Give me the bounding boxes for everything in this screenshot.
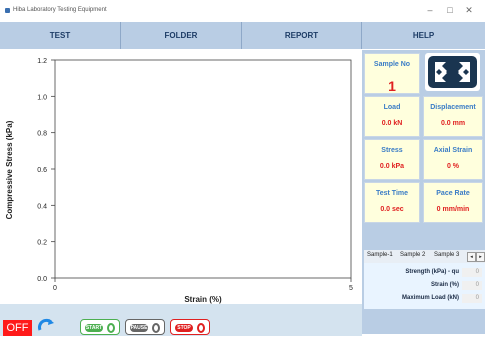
- title-bar: Hiba Laboratory Testing Equipment – □ ✕: [0, 0, 485, 22]
- tab-scroll-right-icon[interactable]: ▸: [476, 252, 485, 262]
- y-tick-label: 1.2: [37, 58, 47, 65]
- stop-toggle-icon: [197, 323, 205, 333]
- refresh-button[interactable]: [37, 318, 55, 336]
- stress-strain-chart: 0.0 0.2 0.4 0.6 0.8 1.0 1.2 0 5 Compressive Str…: [0, 50, 362, 304]
- menu-report[interactable]: REPORT: [242, 22, 362, 49]
- close-button[interactable]: ✕: [462, 4, 476, 16]
- stress-label: Stress: [381, 147, 403, 154]
- stress-cell: Stress 0.0 kPa: [364, 139, 420, 180]
- control-bar: OFF START PAUSE STOP: [0, 304, 362, 336]
- y-tick-label: 0.2: [37, 240, 47, 247]
- chart-svg: 0.0 0.2 0.4 0.6 0.8 1.0 1.2 0 5 Compressive Str…: [5, 58, 353, 304]
- readout-panel: Sample No 1 Load 0.0 kN Displacement 0.0…: [362, 50, 485, 334]
- x-axis-label: Strain (%): [184, 295, 222, 304]
- pause-label: PAUSE: [130, 324, 148, 332]
- strength-label: Strength (kPa) - qu: [405, 269, 459, 275]
- displacement-value: 0.0 mm: [440, 120, 466, 127]
- menu-help[interactable]: HELP: [362, 22, 485, 49]
- x-tick-label: 5: [349, 285, 353, 292]
- displacement-label: Displacement: [430, 104, 476, 111]
- axial-strain-cell: Axial Strain 0 %: [423, 139, 483, 180]
- fullscreen-button[interactable]: [425, 53, 480, 91]
- test-time-value: 0.0 sec: [380, 206, 404, 213]
- pace-rate-label: Pace Rate: [436, 190, 470, 197]
- results-table: Strength (kPa) - qu 0 Strain (%) 0 Maxim…: [364, 263, 485, 309]
- load-label: Load: [383, 104, 401, 111]
- max-load-label: Maximum Load (kN): [401, 295, 459, 301]
- refresh-icon: [38, 318, 54, 331]
- load-cell: Load 0.0 kN: [364, 96, 420, 137]
- plot-area: [54, 59, 352, 279]
- stop-button[interactable]: STOP: [170, 319, 210, 335]
- test-time-label: Test Time: [375, 190, 409, 197]
- sample-no-label: Sample No: [373, 61, 411, 68]
- y-tick-label: 0.0: [37, 276, 47, 283]
- sample-no-value: 1: [388, 78, 396, 94]
- pace-rate-value: 0 mm/min: [436, 206, 470, 213]
- y-axis-label: Compressive Stress (kPa): [5, 120, 14, 219]
- pause-button[interactable]: PAUSE: [125, 319, 165, 335]
- y-tick-label: 1.0: [37, 94, 47, 101]
- max-load-value: 0: [462, 294, 482, 303]
- start-toggle-icon: [107, 323, 115, 333]
- sample-tabs: Sample-1 Sample 2 Sample 3 ◂ ▸: [364, 250, 485, 263]
- tab-sample-1[interactable]: Sample-1: [367, 252, 393, 258]
- result-row-max-load: Maximum Load (kN) 0: [364, 293, 485, 305]
- displacement-cell: Displacement 0.0 mm: [423, 96, 483, 137]
- result-row-strength: Strength (kPa) - qu 0: [364, 267, 485, 279]
- window-title: Hiba Laboratory Testing Equipment: [13, 7, 107, 13]
- strength-value: 0: [462, 268, 482, 277]
- maximize-button[interactable]: □: [443, 4, 457, 16]
- tab-scroll-left-icon[interactable]: ◂: [467, 252, 476, 262]
- strain-value: 0: [462, 281, 482, 290]
- start-button[interactable]: START: [80, 319, 120, 335]
- y-tick-label: 0.6: [37, 167, 47, 174]
- stress-value: 0.0 kPa: [379, 163, 405, 170]
- strain-label: Strain (%): [430, 282, 459, 288]
- tab-sample-3[interactable]: Sample 3: [434, 252, 459, 258]
- app-icon: [5, 8, 10, 13]
- axial-strain-value: 0 %: [446, 163, 460, 170]
- start-label: START: [85, 324, 103, 332]
- result-row-strain: Strain (%) 0: [364, 280, 485, 292]
- y-tick-label: 0.4: [37, 203, 47, 210]
- x-tick-label: 0: [53, 285, 57, 292]
- menu-test[interactable]: TEST: [0, 22, 121, 49]
- sample-no-cell: Sample No 1: [364, 53, 420, 94]
- expand-icon: [428, 56, 477, 88]
- stop-label: STOP: [175, 324, 193, 332]
- tab-sample-2[interactable]: Sample 2: [400, 252, 425, 258]
- minimize-button[interactable]: –: [423, 4, 437, 16]
- y-tick-label: 0.8: [37, 131, 47, 138]
- menu-bar: TEST FOLDER REPORT HELP: [0, 22, 485, 49]
- pause-toggle-icon: [152, 323, 160, 333]
- pace-rate-cell: Pace Rate 0 mm/min: [423, 182, 483, 223]
- test-time-cell: Test Time 0.0 sec: [364, 182, 420, 223]
- menu-folder[interactable]: FOLDER: [121, 22, 242, 49]
- axial-strain-label: Axial Strain: [433, 147, 473, 154]
- off-button[interactable]: OFF: [3, 320, 32, 336]
- load-value: 0.0 kN: [381, 120, 403, 127]
